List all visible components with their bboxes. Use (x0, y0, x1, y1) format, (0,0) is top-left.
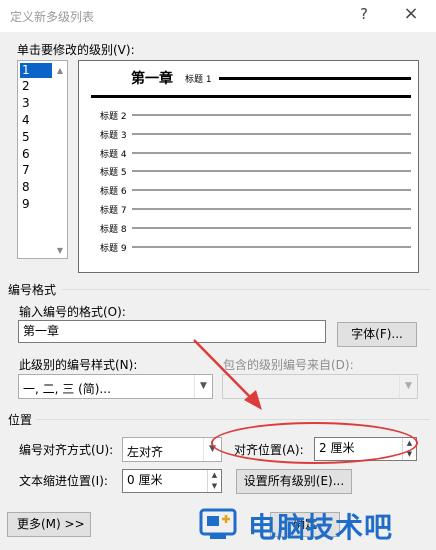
watermark: 电脑技术吧 (196, 504, 434, 546)
annotation-arrow (193, 339, 262, 410)
watermark-text: 电脑技术吧 (248, 511, 394, 544)
monitor-logo-icon (199, 508, 237, 539)
